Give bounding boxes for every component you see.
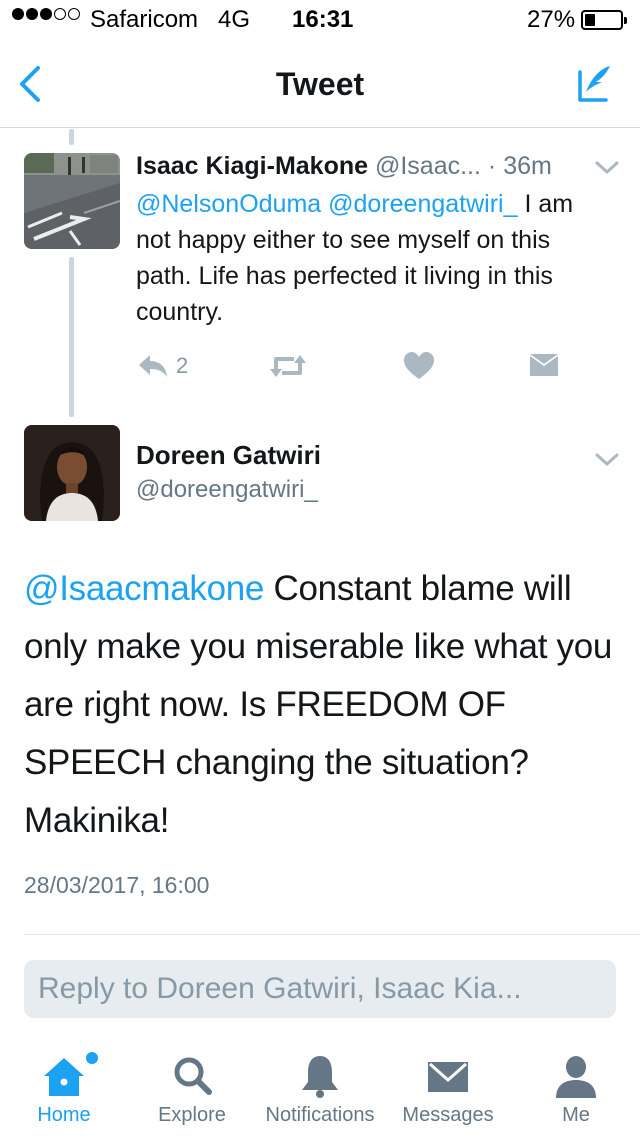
parent-tweet-menu-button[interactable] <box>594 158 620 178</box>
carrier-name: Safaricom <box>90 6 199 33</box>
main-tweet-menu-button[interactable] <box>594 450 620 470</box>
mention-link[interactable]: @NelsonOduma <box>136 190 321 218</box>
tab-label: Notifications <box>265 1104 375 1126</box>
compose-tweet-icon <box>578 66 610 102</box>
tab-label: Explore <box>158 1104 226 1126</box>
tab-explore[interactable]: Explore <box>128 1040 256 1136</box>
like-button[interactable] <box>402 344 436 388</box>
heart-icon <box>404 352 434 379</box>
bell-icon <box>302 1056 338 1098</box>
chevron-down-icon <box>595 161 619 174</box>
network-type: 4G <box>218 6 251 33</box>
battery-icon <box>581 10 627 30</box>
tab-bar: Home Explore Notifications Messages Me <box>0 1040 640 1136</box>
nav-bar: Tweet <box>0 40 640 128</box>
main-tweet-body: Constant blame will only make you misera… <box>24 569 613 840</box>
home-notification-dot <box>86 1052 98 1064</box>
mention-link[interactable]: @doreengatwiri_ <box>328 190 517 218</box>
tab-me[interactable]: Me <box>512 1040 640 1136</box>
parent-tweet-actions: 2 <box>136 344 596 388</box>
retweet-icon <box>270 355 306 377</box>
main-tweet-text: @Isaacmakone Constant blame will only ma… <box>24 560 616 850</box>
thread-line-middle <box>69 257 74 417</box>
reply-button[interactable]: 2 <box>136 344 188 388</box>
compose-tweet-button[interactable] <box>572 62 616 106</box>
search-icon <box>174 1057 212 1095</box>
divider <box>24 934 640 935</box>
mention-link[interactable]: @Isaacmakone <box>24 569 264 608</box>
parent-tweet-avatar[interactable] <box>24 153 120 249</box>
profile-photo-avatar <box>24 425 120 521</box>
envelope-icon <box>428 1062 468 1092</box>
retweet-button[interactable] <box>268 344 308 388</box>
thread-line-top <box>69 129 74 145</box>
status-bar: Safaricom 4G 16:31 27% <box>0 0 640 40</box>
tab-label: Home <box>37 1104 91 1126</box>
tweet-timestamp: 28/03/2017, 16:00 <box>24 872 210 898</box>
road-photo-avatar <box>24 153 120 249</box>
parent-tweet-header: Isaac Kiagi-Makone @Isaac... · 36m <box>136 152 626 186</box>
parent-author-name[interactable]: Isaac Kiagi-Makone <box>136 152 368 180</box>
tab-notifications[interactable]: Notifications <box>256 1040 384 1136</box>
tab-home[interactable]: Home <box>0 1040 128 1136</box>
reply-input[interactable]: Reply to Doreen Gatwiri, Isaac Kia... <box>24 960 616 1018</box>
main-author-name[interactable]: Doreen Gatwiri <box>136 440 321 471</box>
tab-messages[interactable]: Messages <box>384 1040 512 1136</box>
parent-author-handle[interactable]: @Isaac... <box>375 152 481 180</box>
main-tweet-avatar[interactable] <box>24 425 120 521</box>
page-title: Tweet <box>275 66 365 102</box>
main-author-handle[interactable]: @doreengatwiri_ <box>136 476 318 504</box>
tab-label: Messages <box>402 1104 494 1126</box>
direct-message-button[interactable] <box>528 344 560 388</box>
person-icon <box>556 1056 596 1098</box>
reply-icon <box>139 355 167 377</box>
home-icon <box>44 1058 84 1096</box>
clock: 16:31 <box>292 6 354 33</box>
envelope-icon <box>530 354 558 376</box>
parent-tweet-text: @NelsonOduma @doreengatwiri_ I am not ha… <box>136 186 606 330</box>
tab-label: Me <box>562 1104 590 1126</box>
reply-count: 2 <box>176 353 189 378</box>
parent-tweet-time: · 36m <box>487 152 552 180</box>
battery-percent: 27% <box>527 6 576 33</box>
chevron-down-icon <box>595 453 619 466</box>
signal-strength-icon <box>12 8 80 20</box>
